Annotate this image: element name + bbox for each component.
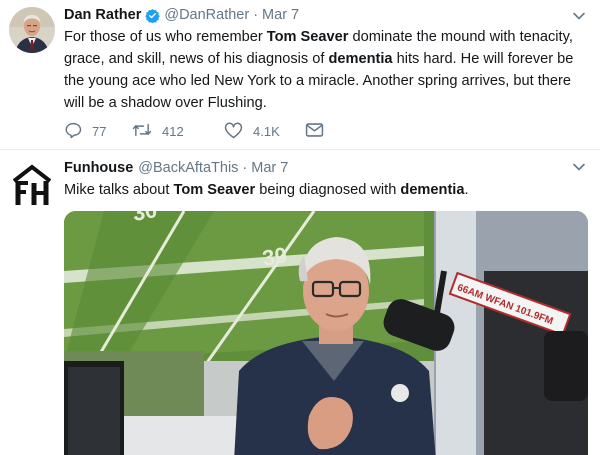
direct-message-icon — [305, 122, 324, 141]
reply-icon — [64, 121, 82, 142]
direct-message-button[interactable] — [305, 122, 324, 141]
retweet-button[interactable]: 412 — [132, 121, 224, 142]
bold-keyword: dementia — [400, 182, 465, 198]
funhouse-logo-icon — [10, 163, 54, 207]
header-separator: · — [242, 160, 248, 176]
avatar-dan-rather[interactable] — [9, 7, 55, 53]
header-separator: · — [253, 7, 259, 23]
avatar-dan-rather-image — [9, 7, 55, 53]
author-name[interactable]: Funhouse — [64, 160, 133, 176]
svg-text:30: 30 — [261, 242, 289, 271]
tweet-header: Dan Rather @DanRather · Mar 7 — [64, 6, 299, 24]
retweet-icon — [132, 121, 152, 142]
like-button[interactable]: 4.1K — [224, 121, 305, 142]
author-name[interactable]: Dan Rather — [64, 7, 141, 23]
chevron-down-icon[interactable] — [572, 8, 586, 26]
verified-badge-icon — [145, 8, 161, 23]
text-segment: . — [464, 182, 469, 198]
retweet-count: 412 — [162, 123, 184, 139]
reply-button[interactable]: 77 — [64, 121, 132, 142]
text-segment: Mike talks about — [64, 182, 174, 198]
video-thumbnail[interactable]: 30 30 66AM WFAN 101.9FM — [64, 211, 588, 455]
reply-count: 77 — [92, 123, 107, 139]
text-segment: For those of us who remember — [64, 29, 267, 45]
text-segment: being diagnosed with — [255, 182, 401, 198]
bold-keyword: Tom Seaver — [173, 182, 256, 198]
tweet-date[interactable]: Mar 7 — [262, 7, 299, 23]
author-handle[interactable]: @BackAftaThis — [138, 160, 238, 176]
tweet-text: Mike talks about Tom Seaver being diagno… — [64, 179, 592, 201]
tweet-text: For those of us who remember Tom Seaver … — [64, 26, 592, 114]
chevron-down-icon[interactable] — [572, 159, 586, 177]
tweet-actions: 77 412 4.1K — [64, 119, 324, 143]
tweet-date[interactable]: Mar 7 — [251, 160, 288, 176]
tweet-header: Funhouse @BackAftaThis · Mar 7 — [64, 159, 288, 177]
heart-icon — [224, 121, 243, 142]
tweet-dan-rather[interactable]: Dan Rather @DanRather · Mar 7 For those … — [0, 0, 600, 150]
avatar-funhouse[interactable] — [10, 163, 54, 207]
tweet-funhouse[interactable]: Funhouse @BackAftaThis · Mar 7 Mike talk… — [0, 151, 600, 455]
bold-keyword: Tom Seaver — [266, 29, 349, 45]
bold-keyword: dementia — [328, 51, 393, 67]
author-handle[interactable]: @DanRather — [164, 7, 249, 23]
video-still-image: 30 30 66AM WFAN 101.9FM — [64, 211, 588, 455]
like-count: 4.1K — [253, 123, 280, 139]
